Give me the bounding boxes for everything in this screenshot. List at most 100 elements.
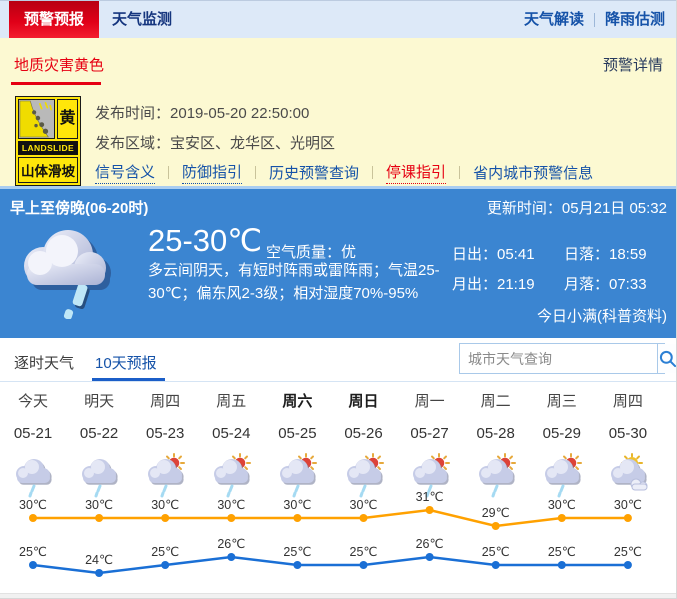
day-date: 05-26 <box>344 425 383 442</box>
svg-text:29℃: 29℃ <box>482 506 510 520</box>
warning-en-label: LANDSLIDE <box>18 141 78 155</box>
current-weather-panel: 早上至傍晚(06-20时) 更新时间：05月21日 05:32 25-30℃ 空… <box>0 189 676 338</box>
moonrise-time: 月出：21:19 <box>452 276 535 293</box>
search-input[interactable] <box>460 344 657 373</box>
day-date: 05-29 <box>542 425 581 442</box>
landslide-pictogram-icon <box>18 99 55 139</box>
day-name: 周日 <box>348 393 379 410</box>
warning-link[interactable]: 停课指引 <box>386 161 447 184</box>
svg-text:30℃: 30℃ <box>614 498 642 512</box>
topbar-links: 天气解读 降雨估测 <box>524 1 665 39</box>
warning-link[interactable]: 历史预警查询 <box>269 162 359 184</box>
forecast-day-column: 周日 05-26 <box>331 390 397 499</box>
svg-text:31℃: 31℃ <box>416 490 444 504</box>
weather-page: 预警预报 天气监测 天气解读 降雨估测 地质灾害黄色 预警详情 黄 LANDSL… <box>0 0 677 599</box>
svg-text:25℃: 25℃ <box>482 545 510 559</box>
day-date: 05-27 <box>410 425 449 442</box>
warning-links-row: 信号含义 防御指引 历史预警查询 停课指引 省内城市预警信息 <box>95 161 593 184</box>
svg-text:25℃: 25℃ <box>151 545 179 559</box>
search-button[interactable] <box>657 344 676 373</box>
top-tab-bar: 预警预报 天气监测 天气解读 降雨估测 <box>0 0 676 39</box>
update-time-value: 05月21日 05:32 <box>561 200 667 217</box>
day-name: 周四 <box>150 393 181 410</box>
divider <box>459 166 461 179</box>
forecast-day-column: 周三 05-29 <box>529 390 595 499</box>
day-name: 周二 <box>480 393 511 410</box>
day-name: 周六 <box>282 393 313 410</box>
sunset-time: 日落：18:59 <box>564 246 647 263</box>
cloud-rain-icon <box>24 230 111 319</box>
warning-detail-link[interactable]: 预警详情 <box>603 54 663 75</box>
city-search-box <box>459 343 676 374</box>
moonset-time: 月落：07:33 <box>564 276 647 293</box>
divider <box>593 13 595 27</box>
forecast-day-column: 周六 05-25 <box>264 390 330 499</box>
svg-text:30℃: 30℃ <box>19 498 47 512</box>
day-name: 明天 <box>84 393 115 410</box>
link-rain-estimate[interactable]: 降雨估测 <box>605 1 665 39</box>
temperature-chart: 30℃ 30℃ 30℃ 30℃ 30℃ 30℃ 31℃ 29℃ 30℃ 30℃ 25℃ 24℃ 25℃ 2… <box>19 490 642 577</box>
warning-link[interactable]: 信号含义 <box>95 161 156 184</box>
warning-type-tab[interactable]: 地质灾害黄色 <box>14 54 104 75</box>
update-time-label: 更新时间： <box>486 200 562 217</box>
svg-text:30℃: 30℃ <box>85 498 113 512</box>
forecast-day-column: 周二 05-28 <box>463 390 529 499</box>
weather-description: 多云间阴天，有短时阵雨或雷阵雨；气温25-30℃；偏东风2-3级；相对湿度70%… <box>148 262 440 302</box>
solar-term-link[interactable]: 今日小满(科普资料) <box>537 305 667 326</box>
publish-time-value: 2019-05-20 22:50:00 <box>170 105 310 122</box>
warning-link[interactable]: 省内城市预警信息 <box>473 162 593 184</box>
ten-day-forecast: 今天 05-21 明天 05-22 周四 05-23 周五 05-24 周六 05-25 周日 05-… <box>0 382 676 593</box>
svg-text:30℃: 30℃ <box>350 498 378 512</box>
svg-text:25℃: 25℃ <box>350 545 378 559</box>
warning-link[interactable]: 防御指引 <box>182 161 243 184</box>
sun-moon-times: 日出：05:41 日落：18:59 月出：21:19 月落：07:33 <box>452 243 670 303</box>
warning-type-underline <box>11 82 101 85</box>
day-date: 05-22 <box>79 425 119 442</box>
warning-panel: 地质灾害黄色 预警详情 黄 LANDSLIDE 山体滑坡 发布时间：2019-0… <box>0 38 676 188</box>
forecast-tabs-bar: 逐时天气 10天预报 <box>0 338 676 382</box>
day-name: 周三 <box>546 393 577 410</box>
sunrise-time: 日出：05:41 <box>452 246 535 263</box>
tab-warning-forecast[interactable]: 预警预报 <box>9 1 99 39</box>
forecast-day-column: 周四 05-23 <box>132 390 198 499</box>
forecast-period-label: 早上至傍晚(06-20时) <box>10 200 149 217</box>
divider <box>372 166 374 179</box>
update-time: 更新时间：05月21日 05:32 <box>487 197 667 218</box>
footer-strip <box>0 593 676 598</box>
divider <box>255 166 257 179</box>
publish-time-label: 发布时间： <box>95 105 171 122</box>
landslide-warning-icon: 黄 LANDSLIDE 山体滑坡 <box>15 96 81 186</box>
svg-text:25℃: 25℃ <box>19 545 47 559</box>
day-date: 05-25 <box>278 425 317 442</box>
svg-text:30℃: 30℃ <box>283 498 311 512</box>
warning-level-label: 黄 <box>57 99 78 139</box>
day-name: 周五 <box>216 393 247 410</box>
day-date: 05-30 <box>608 425 648 442</box>
svg-text:25℃: 25℃ <box>283 545 311 559</box>
svg-text:30℃: 30℃ <box>217 498 245 512</box>
svg-text:30℃: 30℃ <box>548 498 576 512</box>
svg-text:25℃: 25℃ <box>614 545 642 559</box>
tab-ten-day-forecast[interactable]: 10天预报 <box>95 352 157 373</box>
svg-text:24℃: 24℃ <box>85 553 113 567</box>
day-name: 周四 <box>612 393 643 410</box>
day-name: 今天 <box>17 393 48 410</box>
svg-text:25℃: 25℃ <box>548 545 576 559</box>
tab-weather-monitor[interactable]: 天气监测 <box>112 1 172 39</box>
svg-text:30℃: 30℃ <box>151 498 179 512</box>
temperature-range: 25-30℃ <box>148 223 263 258</box>
forecast-day-column: 周一 05-27 <box>397 390 463 499</box>
day-name: 周一 <box>414 393 445 410</box>
publish-area-value: 宝安区、龙华区、光明区 <box>170 135 336 152</box>
tab-hourly-weather[interactable]: 逐时天气 <box>14 352 74 373</box>
svg-text:26℃: 26℃ <box>217 537 245 551</box>
forecast-day-column: 今天 05-21 <box>0 390 66 499</box>
day-date: 05-24 <box>212 425 251 442</box>
day-date: 05-21 <box>13 425 53 442</box>
search-icon <box>659 350 676 367</box>
svg-text:26℃: 26℃ <box>416 537 444 551</box>
day-date: 05-28 <box>476 425 515 442</box>
forecast-day-column: 周五 05-24 <box>198 390 264 499</box>
publish-time-row: 发布时间：2019-05-20 22:50:00 <box>95 102 309 123</box>
link-weather-interpretation[interactable]: 天气解读 <box>524 1 584 39</box>
